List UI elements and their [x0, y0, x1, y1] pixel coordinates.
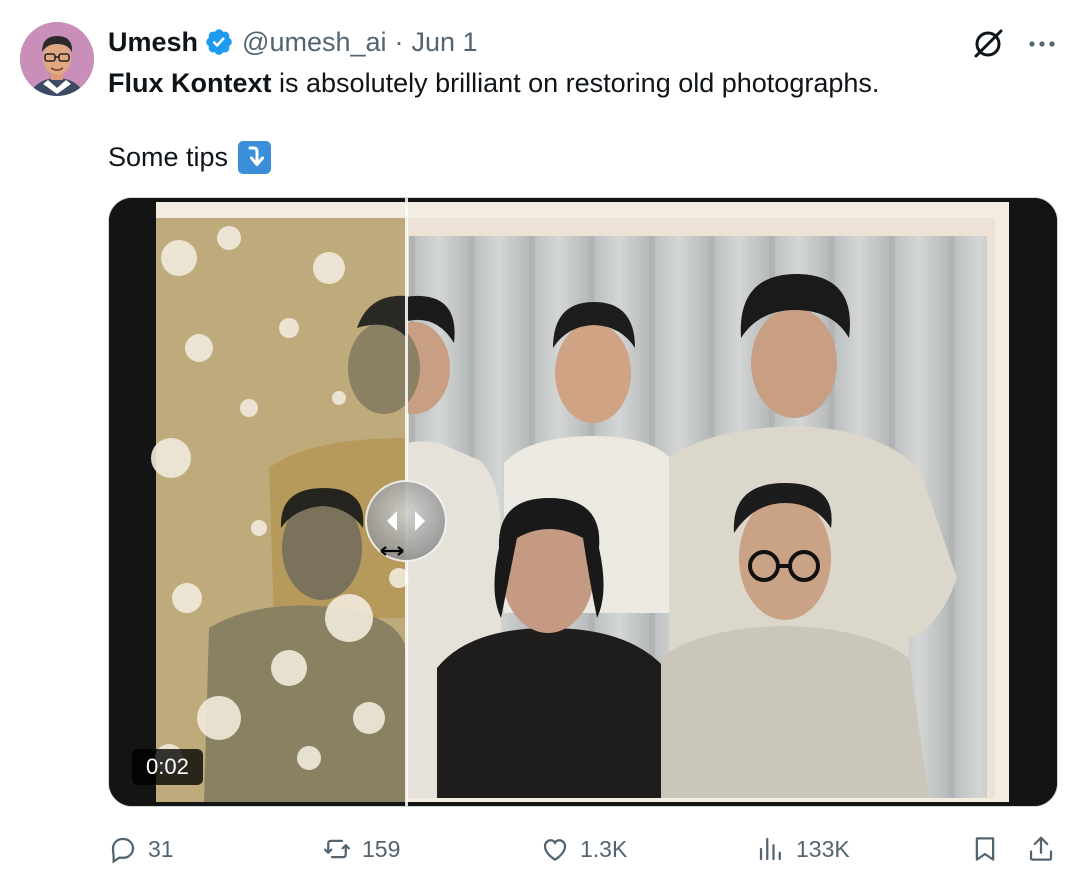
action-bar: 31 159 1.3K 133K	[108, 826, 1058, 872]
tweet-line-2: Some tips	[108, 138, 1048, 176]
grok-icon[interactable]	[970, 26, 1006, 62]
bookmark-icon	[975, 837, 995, 861]
verified-badge-icon[interactable]	[204, 27, 234, 57]
share-icon	[1029, 836, 1053, 861]
retweet-button[interactable]: 159	[322, 826, 400, 872]
reply-icon	[111, 837, 135, 864]
tweet-body-text: is absolutely brilliant on restoring old…	[271, 68, 880, 98]
video-timestamp: 0:02	[132, 749, 203, 785]
tweet-text: Flux Kontext is absolutely brilliant on …	[108, 64, 1048, 176]
separator-dot: ·	[394, 26, 404, 57]
tweet-tips-text: Some tips	[108, 142, 229, 172]
more-options-icon[interactable]	[1024, 26, 1060, 62]
retweet-count: 159	[362, 835, 401, 862]
reply-count: 31	[148, 835, 174, 862]
views-count: 133K	[796, 835, 850, 862]
tweet-line-1: Flux Kontext is absolutely brilliant on …	[108, 64, 1048, 102]
share-button[interactable]	[1026, 826, 1056, 872]
avatar[interactable]	[20, 22, 94, 96]
bookmark-button[interactable]	[970, 826, 1000, 872]
video-media[interactable]	[108, 197, 1058, 807]
display-name[interactable]: Umesh	[108, 27, 198, 58]
post-date[interactable]: Jun 1	[412, 27, 478, 58]
like-button[interactable]: 1.3K	[540, 826, 627, 872]
tweet: Umesh @umesh_ai · Jun 1 Flux Kontext is …	[0, 0, 1080, 884]
down-right-arrow-emoji-icon	[238, 140, 272, 174]
tweet-header: Umesh @umesh_ai · Jun 1	[108, 24, 478, 60]
user-handle[interactable]: @umesh_ai	[242, 27, 386, 58]
heart-icon	[543, 839, 567, 861]
tweet-bold-text: Flux Kontext	[108, 68, 272, 98]
like-count: 1.3K	[580, 835, 628, 862]
header-icons	[970, 26, 1060, 62]
retweet-icon	[324, 839, 350, 859]
views-chart-icon	[759, 837, 781, 861]
views-button[interactable]: 133K	[756, 826, 850, 872]
reply-button[interactable]: 31	[108, 826, 174, 872]
